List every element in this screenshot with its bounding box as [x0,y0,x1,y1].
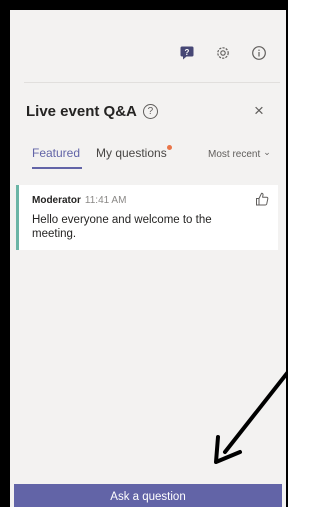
question-text: Hello everyone and welcome to the meetin… [32,214,212,240]
panel-header: Live event Q&A ? [26,103,158,120]
chevron-down-icon: ⌄ [263,147,271,157]
chat-question-icon[interactable]: ? [178,44,196,62]
close-icon: × [254,101,264,120]
question-circle-icon[interactable]: ? [142,104,158,119]
tab-my-questions[interactable]: My questions [96,145,172,160]
question-card[interactable]: Moderator 11:41 AM Hello everyone and wel… [16,185,278,250]
sort-dropdown[interactable]: Most recent ⌄ [208,147,271,160]
sort-label: Most recent [208,149,261,160]
svg-text:?: ? [185,48,190,57]
toolbar-divider [24,82,280,83]
qna-panel: ? Live event Q&A ? × Featured My questio… [10,10,286,507]
question-timestamp: 11:41 AM [84,195,127,206]
tab-featured[interactable]: Featured [32,146,80,160]
settings-gear-icon[interactable] [214,44,232,62]
active-tab-indicator [32,167,82,169]
panel-toolbar: ? [10,10,286,80]
notification-dot [166,145,172,150]
close-button[interactable]: × [250,102,268,120]
ask-question-button[interactable]: Ask a question [14,484,282,507]
tab-my-questions-label: My questions [96,146,167,160]
tab-featured-label: Featured [32,146,81,160]
info-icon[interactable] [250,44,268,62]
page-title: Live event Q&A [26,103,137,120]
thumbs-up-icon[interactable] [254,191,270,207]
question-author: Moderator [32,195,81,206]
question-author-line: Moderator 11:41 AM [32,195,126,206]
